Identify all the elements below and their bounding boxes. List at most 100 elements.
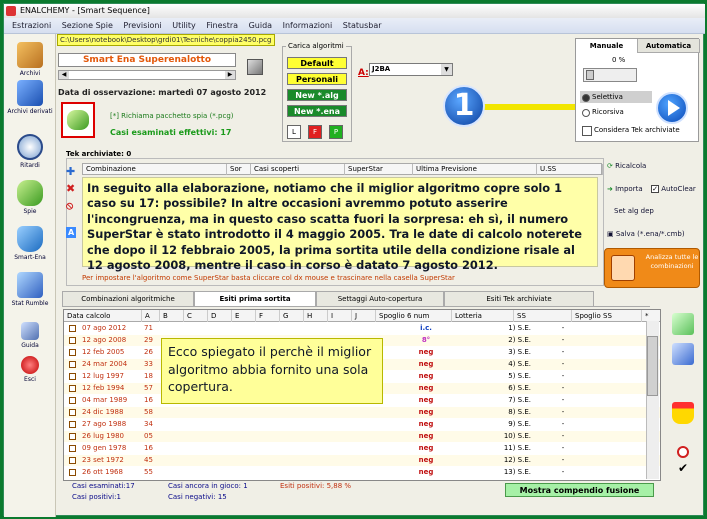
row-checkbox[interactable] [69, 385, 76, 392]
col-i[interactable]: I [328, 310, 352, 322]
scroll-thumb[interactable] [647, 336, 658, 396]
row-checkbox[interactable] [69, 349, 76, 356]
analizza-button[interactable]: Analizza tutte le combinazioni [604, 248, 700, 288]
menu-finestra[interactable]: Finestra [206, 21, 238, 30]
block-icon[interactable]: ⦸ [66, 199, 73, 213]
col-spoglio-6-num[interactable]: Spoglio 6 num [376, 310, 452, 322]
floppy-icon[interactable] [247, 59, 263, 75]
menu-sezione-spie[interactable]: Sezione Spie [62, 21, 113, 30]
sidebar-item-stat-rumble[interactable]: Stat Rumble [6, 272, 54, 307]
row-checkbox[interactable] [69, 337, 76, 344]
l-button[interactable]: L [287, 125, 301, 139]
table-row[interactable]: 24 dic 1988 58 neg 8) S.E. - [64, 407, 660, 418]
autoclear-checkbox[interactable]: ✓ AutoClear [651, 185, 696, 193]
row-checkbox[interactable] [69, 409, 76, 416]
col-combinazione[interactable]: Combinazione [83, 164, 227, 175]
ricalcola-button[interactable]: ⟳ Ricalcola [607, 162, 646, 170]
books-icon[interactable] [672, 343, 694, 365]
col-spoglio-ss[interactable]: Spoglio SS [572, 310, 642, 322]
col-e[interactable]: E [232, 310, 256, 322]
tab-settaggi-auto-copertura[interactable]: Settaggi Auto-copertura [316, 291, 444, 306]
menu-estrazioni[interactable]: Estrazioni [12, 21, 51, 30]
col-j[interactable]: J [352, 310, 376, 322]
spia-button[interactable] [61, 102, 95, 138]
considera-checkbox[interactable]: Considera Tek archiviate [582, 126, 680, 136]
chevron-down-icon[interactable]: ▼ [441, 64, 452, 75]
horizontal-scrollbar[interactable]: ◀ ▶ [58, 70, 236, 80]
slider-thumb[interactable] [586, 70, 594, 80]
col-ultima-previsione[interactable]: Ultima Previsione [413, 164, 537, 175]
row-checkbox[interactable] [69, 325, 76, 332]
row-checkbox[interactable] [69, 397, 76, 404]
delete-icon[interactable]: ✖ [66, 182, 75, 195]
sidebar-item-archivi-derivati[interactable]: Archivi derivati [6, 80, 54, 115]
col-ss[interactable]: SS [514, 310, 572, 322]
p-button[interactable]: P [329, 125, 343, 139]
new-ena-button[interactable]: New *.ena [287, 105, 347, 117]
table-row[interactable]: 26 lug 1980 05 neg 10) S.E. - [64, 431, 660, 442]
algoritmo-select[interactable]: J2BA ▼ [369, 63, 453, 76]
scroll-right-icon[interactable]: ▶ [225, 71, 235, 79]
table-row[interactable]: 23 set 1972 45 neg 12) S.E. - [64, 455, 660, 466]
row-checkbox[interactable] [69, 373, 76, 380]
importa-button[interactable]: ➜ Importa [607, 185, 643, 193]
col-superstar[interactable]: SuperStar [345, 164, 413, 175]
menu-utility[interactable]: Utility [172, 21, 196, 30]
f-button[interactable]: F [308, 125, 322, 139]
menu-previsioni[interactable]: Previsioni [123, 21, 161, 30]
sidebar-item-spie[interactable]: Spie [6, 180, 54, 215]
col-casi-scoperti[interactable]: Casi scoperti [251, 164, 345, 175]
col-d[interactable]: D [208, 310, 232, 322]
new-alg-button[interactable]: New *.alg [287, 89, 347, 101]
menu-guida[interactable]: Guida [249, 21, 272, 30]
personali-button[interactable]: Personali [287, 73, 347, 85]
sidebar-item-smart-ena[interactable]: Smart-Ena [6, 226, 54, 261]
table-row[interactable]: 07 ago 2012 71 i.c. 1) S.E. - [64, 323, 660, 334]
col-c[interactable]: C [184, 310, 208, 322]
col-b[interactable]: B [160, 310, 184, 322]
tab-automatica[interactable]: Automatica [638, 39, 700, 53]
progress-slider[interactable] [583, 68, 637, 82]
table-row[interactable]: 26 ott 1968 55 neg 13) S.E. - [64, 467, 660, 478]
menu-statusbar[interactable]: Statusbar [343, 21, 382, 30]
sidebar-item-guida[interactable]: Guida [6, 322, 54, 349]
block-icon[interactable] [677, 446, 689, 458]
sidebar-item-ritardi[interactable]: Ritardi [6, 134, 54, 169]
row-checkbox[interactable] [69, 445, 76, 452]
scroll-left-icon[interactable]: ◀ [59, 71, 69, 79]
table-row[interactable]: 09 gen 1978 16 neg 11) S.E. - [64, 443, 660, 454]
a-icon[interactable]: A [66, 227, 77, 238]
bucket-icon[interactable] [672, 402, 694, 424]
set-alg-dep-button[interactable]: Set alg dep [614, 207, 654, 215]
tab-combinazioni-algoritmiche[interactable]: Combinazioni algoritmiche [62, 291, 194, 306]
add-icon[interactable]: ✚ [66, 165, 75, 178]
mostra-compendio-button[interactable]: Mostra compendio fusione [505, 483, 654, 497]
menu-informazioni[interactable]: Informazioni [283, 21, 333, 30]
col-lotteria[interactable]: Lotteria [452, 310, 514, 322]
salva-button[interactable]: ▣ Salva (*.ena/*.cmb) [607, 230, 685, 238]
col-data-calcolo[interactable]: Data calcolo [64, 310, 142, 322]
col-g[interactable]: G [280, 310, 304, 322]
row-checkbox[interactable] [69, 457, 76, 464]
check-icon[interactable]: ✔ [678, 461, 688, 475]
col-h[interactable]: H [304, 310, 328, 322]
spia-link[interactable]: [*] Richiama pacchetto spia (*.pcg) [110, 112, 234, 120]
tab-manuale[interactable]: Manuale [576, 39, 638, 53]
tab-esiti-prima-sortita[interactable]: Esiti prima sortita [194, 291, 316, 306]
col-a[interactable]: A [142, 310, 160, 322]
add-user-icon[interactable] [672, 313, 694, 335]
row-checkbox[interactable] [69, 469, 76, 476]
tab-esiti-tek-archiviate[interactable]: Esiti Tek archiviate [444, 291, 594, 306]
col-f[interactable]: F [256, 310, 280, 322]
col-uss[interactable]: U.SS [537, 164, 603, 175]
row-checkbox[interactable] [69, 361, 76, 368]
default-button[interactable]: Default [287, 57, 347, 69]
selettiva-radio[interactable]: Selettiva [580, 91, 652, 103]
sidebar-item-esci[interactable]: Esci [6, 356, 54, 383]
row-checkbox[interactable] [69, 421, 76, 428]
sidebar-item-archivi[interactable]: Archivi [6, 42, 54, 77]
table-row[interactable]: 27 ago 1988 34 neg 9) S.E. - [64, 419, 660, 430]
col-sor[interactable]: Sor [227, 164, 251, 175]
row-checkbox[interactable] [69, 433, 76, 440]
ricorsiva-radio[interactable]: Ricorsiva [580, 106, 652, 118]
